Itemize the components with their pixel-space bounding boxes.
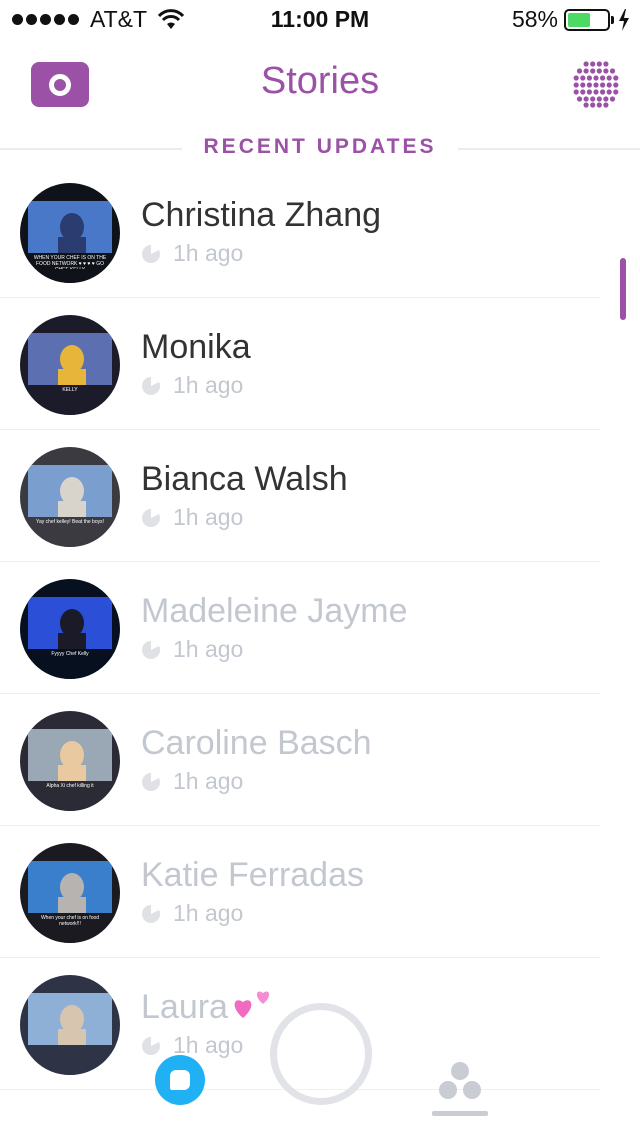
capture-button-icon[interactable]	[270, 1003, 372, 1105]
story-meta: 1h ago	[141, 768, 243, 795]
scrollbar[interactable]	[620, 258, 626, 320]
list-item[interactable]: Yay chef kelley! Beat the boys! Bianca Wa…	[0, 430, 600, 562]
story-meta: 1h ago	[141, 240, 243, 267]
status-right: 58%	[512, 6, 630, 33]
timer-icon	[142, 904, 160, 923]
avatar-caption: Yay chef kelley! Beat the boys!	[35, 519, 104, 525]
story-meta: 1h ago	[141, 636, 243, 663]
story-name: Christina Zhang	[141, 196, 382, 234]
timer-icon	[142, 772, 160, 791]
avatar[interactable]: Yay chef kelley! Beat the boys!	[20, 447, 120, 547]
story-name: Katie Ferradas	[141, 856, 364, 894]
timer-icon	[142, 508, 160, 527]
story-time: 1h ago	[173, 900, 244, 926]
timer-icon	[142, 1036, 160, 1055]
charging-icon	[619, 8, 629, 31]
avatar-caption: KELLY	[62, 387, 78, 393]
avatar-caption: WHEN YOUR CHEF IS ON THE FOOD NETWORK ♥ …	[33, 255, 107, 269]
story-time: 1h ago	[173, 240, 244, 266]
avatar[interactable]: When your chef is on food network!!!	[20, 843, 120, 943]
story-time: 1h ago	[173, 504, 244, 530]
story-list: WHEN YOUR CHEF IS ON THE FOOD NETWORK ♥ …	[0, 166, 640, 1136]
section-header: RECENT UPDATES	[0, 130, 640, 166]
story-name: Madeleine Jayme	[141, 592, 408, 630]
list-item[interactable]: WHEN YOUR CHEF IS ON THE FOOD NETWORK ♥ …	[0, 166, 600, 298]
section-title: RECENT UPDATES	[203, 135, 437, 158]
timer-icon	[142, 244, 160, 263]
list-item[interactable]: Fyyyy Chef Kelly Madeleine Jayme 1h ago	[0, 562, 600, 694]
discover-icon[interactable]	[570, 58, 622, 110]
avatar[interactable]: WHEN YOUR CHEF IS ON THE FOOD NETWORK ♥ …	[20, 183, 120, 283]
battery-icon	[564, 8, 614, 31]
story-name: Monika	[141, 328, 251, 366]
story-time: 1h ago	[173, 768, 244, 794]
story-name: Caroline Basch	[141, 724, 372, 762]
story-name: Laura	[141, 988, 270, 1027]
avatar[interactable]: KELLY	[20, 315, 120, 415]
avatar-caption: Fyyyy Chef Kelly	[51, 651, 89, 657]
story-meta: 1h ago	[141, 900, 243, 927]
battery-percent: 58%	[511, 6, 558, 32]
story-time: 1h ago	[173, 372, 244, 398]
list-item[interactable]: KELLY Monika 1h ago	[0, 298, 600, 430]
story-meta: 1h ago	[141, 1032, 243, 1059]
story-meta: 1h ago	[141, 372, 243, 399]
chat-icon[interactable]	[155, 1055, 205, 1105]
avatar-caption: When your chef is on food network!!!	[40, 915, 100, 927]
status-bar: AT&T 11:00 PM 58%	[0, 0, 640, 40]
timer-icon	[142, 376, 160, 395]
avatar[interactable]: Alpha Xi chef killing it	[20, 711, 120, 811]
friends-icon[interactable]	[430, 1057, 490, 1119]
list-item[interactable]: When your chef is on food network!!! Kati…	[0, 826, 600, 958]
hearts-emoji-icon	[234, 991, 270, 1018]
header: Stories	[0, 40, 640, 130]
avatar[interactable]: Fyyyy Chef Kelly	[20, 579, 120, 679]
story-name: Bianca Walsh	[141, 460, 348, 498]
avatar[interactable]	[20, 975, 120, 1075]
avatar-caption: Alpha Xi chef killing it	[46, 783, 94, 789]
story-meta: 1h ago	[141, 504, 243, 531]
story-time: 1h ago	[173, 636, 244, 662]
page-title: Stories	[260, 60, 380, 102]
list-item[interactable]: Alpha Xi chef killing it Caroline Basch 1h…	[0, 694, 600, 826]
timer-icon	[142, 640, 160, 659]
stories-screen: AT&T 11:00 PM 58% Stories RECENT UPDATES…	[0, 0, 640, 1136]
